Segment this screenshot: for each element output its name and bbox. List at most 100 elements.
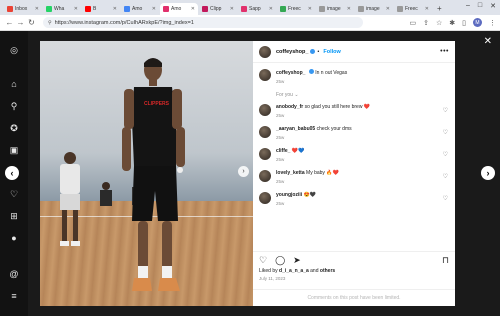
notifications-icon[interactable]: ♡ xyxy=(9,189,19,199)
instagram-logo-icon[interactable]: ◎ xyxy=(9,45,19,55)
comment-icon[interactable]: ◯ xyxy=(275,255,285,266)
share-icon[interactable]: ➤ xyxy=(293,255,301,266)
commenter-username[interactable]: cliffe_ xyxy=(276,148,290,154)
tab-close-icon[interactable]: ✕ xyxy=(113,6,117,12)
tab-label: Sapp xyxy=(249,6,261,12)
tab-close-icon[interactable]: ✕ xyxy=(308,6,312,12)
comment-like-icon[interactable]: ♡ xyxy=(443,107,448,114)
more-menu-icon[interactable]: ≡ xyxy=(9,291,19,301)
tab-close-icon[interactable]: ✕ xyxy=(191,6,195,12)
commenter-username[interactable]: _aaryan_babu05 xyxy=(276,126,315,132)
tab-close-icon[interactable]: ✕ xyxy=(269,6,273,12)
tab-favicon-icon xyxy=(46,6,52,12)
comment-text: _aaryan_babu05 check your dms xyxy=(276,126,436,133)
verified-badge-icon xyxy=(308,69,314,74)
commenter-username[interactable]: youngjoziii xyxy=(276,192,302,198)
close-window-icon[interactable]: ✕ xyxy=(490,2,496,10)
browser-tab[interactable]: Amo ✕ xyxy=(160,3,198,15)
browser-tab[interactable]: Freec ✕ xyxy=(394,3,432,15)
comment-row: lovely_ketta My baby 🔥❤️ 25w ♡ xyxy=(259,170,449,184)
comment-row: anobody_fr so glad you still here brew ❤… xyxy=(259,104,449,118)
tab-close-icon[interactable]: ✕ xyxy=(347,6,351,12)
search-icon[interactable]: ⚲ xyxy=(9,101,19,111)
author-username[interactable]: coffeyshop_ xyxy=(276,49,308,55)
star-icon[interactable]: ☆ xyxy=(436,19,442,27)
menu-icon[interactable]: ⋮ xyxy=(489,19,496,27)
profile-avatar[interactable]: M xyxy=(473,18,482,27)
browser-tab[interactable]: Wha ✕ xyxy=(43,3,81,15)
sidebar-icon[interactable]: ▯ xyxy=(462,19,466,27)
comment-like-icon[interactable]: ♡ xyxy=(443,129,448,136)
home-icon[interactable]: ⌂ xyxy=(9,79,19,89)
commenter-avatar[interactable] xyxy=(259,192,271,204)
threads-icon[interactable]: @ xyxy=(9,269,19,279)
forward-icon[interactable]: → xyxy=(15,18,26,27)
tab-label: Amo xyxy=(171,6,182,12)
profile-icon[interactable]: ● xyxy=(9,233,19,243)
follow-button[interactable]: Follow xyxy=(323,49,340,55)
browser-tab[interactable]: B ✕ xyxy=(82,3,120,15)
author-avatar[interactable] xyxy=(259,45,271,58)
commenter-username[interactable]: lovely_ketta xyxy=(276,170,305,176)
tab-close-icon[interactable]: ✕ xyxy=(230,6,234,12)
maximize-icon[interactable]: □ xyxy=(478,2,482,10)
post-image[interactable]: CLIPPERS › xyxy=(40,41,253,306)
address-bar[interactable]: ⚲ https://www.instagram.com/p/CuIhARxkpE… xyxy=(43,17,363,28)
browser-tab[interactable]: Clipp ✕ xyxy=(199,3,237,15)
browser-tab[interactable]: Amo ✕ xyxy=(121,3,159,15)
comment-content: ❤️💙 xyxy=(291,148,305,154)
tab-label: Clipp xyxy=(210,6,222,12)
back-icon[interactable]: ← xyxy=(4,18,15,27)
comments-limited-notice: Comments on this post have been limited. xyxy=(253,289,455,306)
commenter-avatar[interactable] xyxy=(259,126,271,138)
tab-close-icon[interactable]: ✕ xyxy=(152,6,156,12)
image-next-icon[interactable]: › xyxy=(238,166,249,177)
minimize-icon[interactable]: – xyxy=(466,2,470,10)
for-you-label: For you xyxy=(276,92,293,98)
tab-close-icon[interactable]: ✕ xyxy=(35,6,39,12)
commenter-username[interactable]: anobody_fr xyxy=(276,104,303,110)
bookmark-icon[interactable]: ⊓ xyxy=(442,255,449,266)
comment-body: youngjoziii 😍🖤 25w xyxy=(276,192,436,206)
comment-text: cliffe_ ❤️💙 xyxy=(276,148,436,155)
comment-content: so glad you still here brew ❤️ xyxy=(304,104,371,110)
browser-tab[interactable]: Freec ✕ xyxy=(277,3,315,15)
previous-post-icon[interactable]: ‹ xyxy=(5,166,19,180)
cast-icon[interactable]: ▭ xyxy=(409,19,416,27)
tab-close-icon[interactable]: ✕ xyxy=(386,6,390,12)
explore-icon[interactable]: ✪ xyxy=(9,123,19,133)
for-you-toggle[interactable]: For you ⌄ xyxy=(276,92,449,98)
comment-like-icon[interactable]: ♡ xyxy=(443,195,448,202)
like-icon[interactable]: ♡ xyxy=(259,255,267,266)
new-tab-button[interactable]: + xyxy=(437,3,442,15)
commenter-avatar[interactable] xyxy=(259,104,271,116)
more-options-icon[interactable]: ••• xyxy=(440,48,449,55)
next-post-icon[interactable]: › xyxy=(481,166,495,180)
tab-close-icon[interactable]: ✕ xyxy=(74,6,78,12)
svg-text:CLIPPERS: CLIPPERS xyxy=(144,101,170,107)
extensions-icon[interactable]: ✱ xyxy=(449,19,455,27)
create-icon[interactable]: ⊞ xyxy=(9,211,19,221)
tab-label: Amo xyxy=(132,6,143,12)
close-modal-icon[interactable]: ✕ xyxy=(484,36,492,47)
commenter-avatar[interactable] xyxy=(259,148,271,160)
tab-close-icon[interactable]: ✕ xyxy=(425,6,429,12)
share-icon[interactable]: ⇪ xyxy=(423,19,429,27)
comment-time: 25w xyxy=(276,113,285,118)
caption-avatar[interactable] xyxy=(259,69,271,81)
browser-tab[interactable]: image ✕ xyxy=(316,3,354,15)
reload-icon[interactable]: ↻ xyxy=(26,18,37,27)
comment-row: youngjoziii 😍🖤 25w ♡ xyxy=(259,192,449,206)
comment-like-icon[interactable]: ♡ xyxy=(443,173,448,180)
browser-tab[interactable]: image ✕ xyxy=(355,3,393,15)
commenter-avatar[interactable] xyxy=(259,170,271,182)
post-actions: ♡ ◯ ➤ ⊓ xyxy=(253,251,455,268)
caption-username[interactable]: coffeyshop_ xyxy=(276,70,305,76)
comment-like-icon[interactable]: ♡ xyxy=(443,151,448,158)
site-info-icon[interactable]: ⚲ xyxy=(48,20,52,26)
reels-icon[interactable]: ▣ xyxy=(9,145,19,155)
comment-time: 25w xyxy=(276,135,285,140)
tab-favicon-icon xyxy=(280,6,286,12)
browser-tab[interactable]: Inbox ✕ xyxy=(4,3,42,15)
browser-tab[interactable]: Sapp ✕ xyxy=(238,3,276,15)
